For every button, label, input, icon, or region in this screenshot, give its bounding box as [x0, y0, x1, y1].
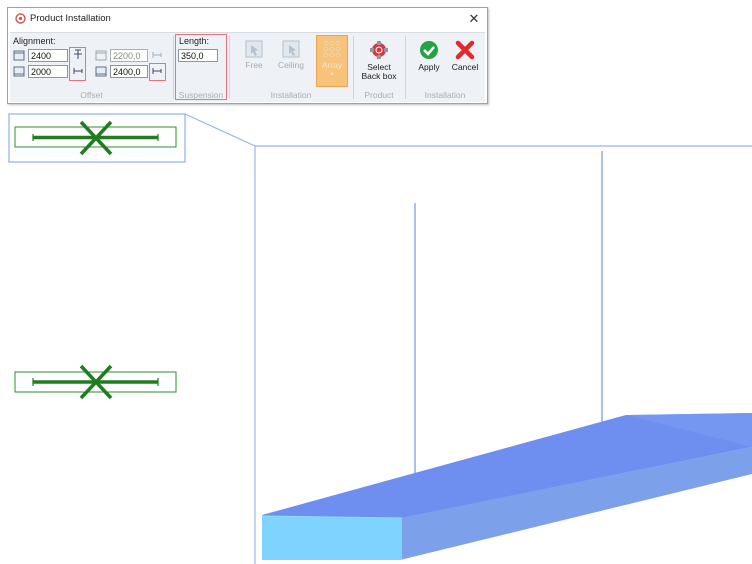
pin-highlight: [69, 47, 86, 81]
pin-highlight-2: [149, 63, 166, 81]
bottom-offset-input[interactable]: [28, 65, 68, 78]
top-calculated-value: [110, 49, 148, 62]
cancel-x-icon: [455, 40, 475, 60]
separator: [173, 36, 174, 99]
cancel-label: Cancel: [451, 62, 479, 72]
ceiling-button[interactable]: Ceiling: [273, 39, 309, 89]
ceiling-install-icon: [282, 40, 300, 58]
free-install-icon: [245, 40, 263, 58]
installation-group-label: Installation: [270, 90, 312, 100]
array-label: Array: [321, 60, 343, 70]
floor-align-icon-2: [95, 66, 107, 77]
offset-group-label: Offset: [80, 90, 103, 100]
floor-align-icon: [13, 66, 25, 77]
ceiling-align-icon-2: [95, 50, 107, 61]
pin-side-icon-2: [152, 52, 162, 58]
apply-label: Apply: [418, 62, 440, 72]
length-label: Length:: [179, 36, 210, 46]
alignment-label: Alignment:: [13, 36, 56, 46]
apply-check-icon: [420, 41, 438, 59]
luminaire-3d[interactable]: [261, 413, 752, 560]
actions-group-label: Installation: [424, 90, 466, 100]
ceiling-align-icon: [13, 50, 25, 61]
fixture-plan-top[interactable]: [8, 113, 186, 163]
close-icon[interactable]: ✕: [465, 10, 483, 28]
dialog-titlebar[interactable]: Product Installation ✕: [8, 8, 487, 30]
free-label: Free: [245, 60, 263, 70]
array-button[interactable]: Array ▾: [318, 39, 346, 89]
free-button[interactable]: Free: [240, 39, 268, 89]
dialog-title: Product Installation: [30, 13, 111, 24]
select-back-box-button[interactable]: Select Back box: [357, 39, 401, 89]
product-group-label: Product: [364, 90, 394, 100]
app-icon: [15, 13, 26, 24]
ribbon: Alignment: 2400 2000 2200,0 2400,0 Offse…: [10, 32, 485, 102]
back-box-icon: [370, 41, 388, 59]
back-box-label: Back box: [361, 71, 397, 81]
array-icon: [323, 40, 341, 58]
product-installation-dialog: Product Installation ✕ Alignment: 2400 2…: [7, 7, 488, 104]
length-input[interactable]: [178, 49, 218, 62]
cancel-button[interactable]: Cancel: [448, 39, 482, 89]
top-offset-input[interactable]: [28, 49, 68, 62]
bottom-calculated-value: [110, 65, 148, 78]
chevron-down-icon: ▾: [330, 71, 334, 78]
fixture-plan-bottom[interactable]: [14, 364, 177, 400]
suspension-group-label: Suspension: [178, 90, 224, 100]
apply-button[interactable]: Apply: [414, 39, 444, 89]
ceiling-label: Ceiling: [278, 60, 304, 70]
